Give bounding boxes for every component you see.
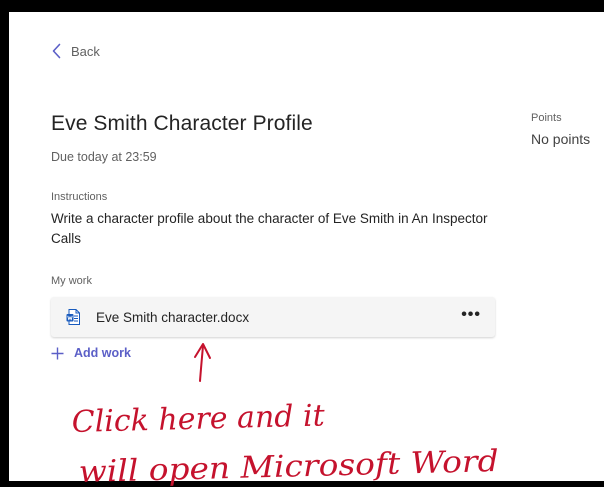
handwritten-annotation: Click here and it will open Microsoft Wo… [71,343,499,490]
handwritten-arrow [194,343,211,382]
annotation-line-1: Click here and it [71,398,326,440]
window-frame: Back Eve Smith Character Profile Due tod… [0,0,604,490]
annotation-line-2: will open Microsoft Word [78,444,499,490]
